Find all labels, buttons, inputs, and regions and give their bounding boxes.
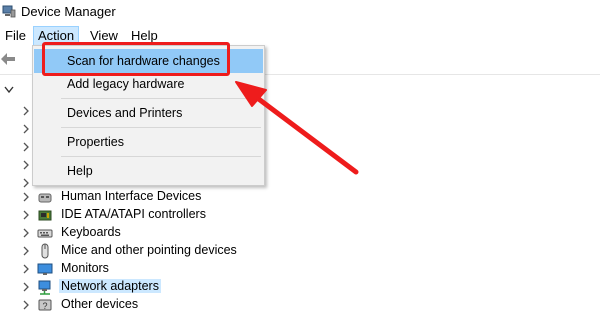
menu-item-properties[interactable]: Properties xyxy=(34,130,263,154)
tree-item-ide-controllers[interactable]: IDE ATA/ATAPI controllers xyxy=(0,206,600,224)
network-adapter-icon xyxy=(38,280,51,295)
window-title: Device Manager xyxy=(21,4,116,19)
chevron-right-icon[interactable] xyxy=(22,228,30,238)
chevron-right-icon[interactable] xyxy=(22,178,30,188)
tree-item-keyboards[interactable]: Keyboards xyxy=(0,224,600,242)
menu-file[interactable]: File xyxy=(1,26,30,46)
hid-icon xyxy=(38,193,52,203)
menu-separator xyxy=(61,156,261,157)
annotation-highlight-box xyxy=(42,42,230,76)
menu-separator xyxy=(61,127,261,128)
chevron-right-icon[interactable] xyxy=(22,160,30,170)
chevron-right-icon[interactable] xyxy=(22,246,30,256)
monitor-icon xyxy=(37,263,53,275)
menu-item-label: Devices and Printers xyxy=(67,106,183,120)
menu-item-devices-printers[interactable]: Devices and Printers xyxy=(34,101,263,125)
tree-item-label: Keyboards xyxy=(61,225,121,239)
ide-controller-icon xyxy=(38,210,52,221)
chevron-right-icon[interactable] xyxy=(22,300,30,310)
back-arrow-icon[interactable] xyxy=(0,52,16,66)
chevron-right-icon[interactable] xyxy=(22,192,30,202)
tree-item-label: Human Interface Devices xyxy=(61,189,202,203)
tree-item-network-adapters[interactable]: Network adapters xyxy=(0,278,600,296)
tree-item-label: Monitors xyxy=(61,261,109,275)
tree-item-monitors[interactable]: Monitors xyxy=(0,260,600,278)
chevron-down-icon[interactable] xyxy=(4,86,14,94)
menu-item-label: Help xyxy=(67,164,93,178)
title-bar: Device Manager xyxy=(0,0,600,26)
chevron-right-icon[interactable] xyxy=(22,264,30,274)
tree-item-other-devices[interactable]: ? Other devices xyxy=(0,296,600,314)
menu-separator xyxy=(61,98,261,99)
tree-item-label: Mice and other pointing devices xyxy=(61,243,237,257)
chevron-right-icon[interactable] xyxy=(22,124,30,134)
device-manager-icon xyxy=(2,5,16,18)
svg-text:?: ? xyxy=(42,301,47,311)
chevron-right-icon[interactable] xyxy=(22,142,30,152)
other-devices-icon: ? xyxy=(38,299,52,311)
menu-item-help[interactable]: Help xyxy=(34,159,263,183)
tree-item-mice[interactable]: Mice and other pointing devices xyxy=(0,242,600,260)
mouse-icon xyxy=(41,243,49,259)
tree-item-label: Network adapters xyxy=(59,279,161,293)
menu-item-label: Properties xyxy=(67,135,124,149)
keyboard-icon xyxy=(37,229,53,238)
tree-item-label: IDE ATA/ATAPI controllers xyxy=(61,207,206,221)
chevron-right-icon[interactable] xyxy=(22,210,30,220)
tree-item-human-interface-devices[interactable]: Human Interface Devices xyxy=(0,188,600,206)
chevron-right-icon[interactable] xyxy=(22,106,30,116)
tree-item-label: Other devices xyxy=(61,297,139,311)
chevron-right-icon[interactable] xyxy=(22,282,30,292)
